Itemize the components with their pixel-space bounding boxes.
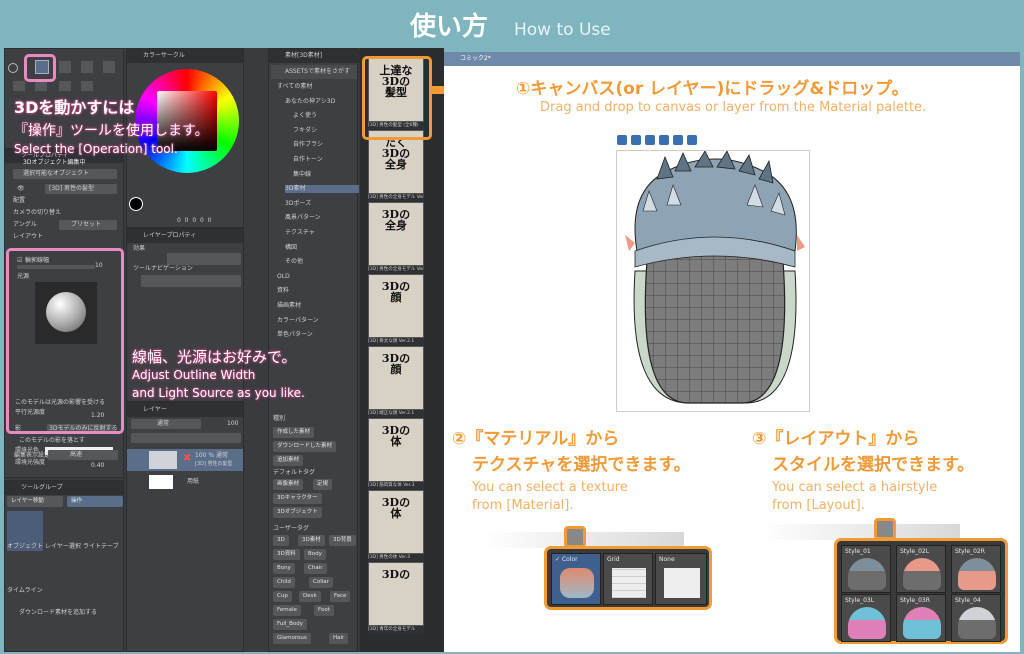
thumbnail-caption: [3D] 男性の全身モデル Ver. <box>368 194 424 202</box>
step2-title-2: テクスチャを選択できます。 <box>472 455 691 475</box>
style-preview <box>958 558 996 590</box>
style-grid: Style_01 Style_02L Style_02R Style_03L Style… <box>841 545 1005 642</box>
canvas-area: コミック2* ①キャンバス(or レイヤー)にドラッグ&ドロップ。 Drag a… <box>444 52 1020 652</box>
material-thumbnail[interactable]: 3Dの 顔 <box>368 274 424 338</box>
outline-en-2: and Light Source as you like. <box>132 386 305 400</box>
step3-title-1: ③『レイアウト』から <box>752 429 920 449</box>
canvas-3d-view[interactable] <box>616 135 810 412</box>
step2-title-1: ②『マテリアル』から <box>452 429 620 449</box>
thumbnail-title: 3Dの 顔 <box>381 280 411 304</box>
color-material-preview <box>560 568 594 598</box>
style-label: Style_02R <box>955 548 985 555</box>
step0-en: Select the [Operation] tool. <box>14 142 178 156</box>
style-preview <box>903 558 941 590</box>
thumbnail-caption: [3D] 骨太な顔 Ver.2.1 <box>368 338 424 346</box>
outline-jp: 線幅、光源はお好みで。 <box>132 348 297 366</box>
material-thumbnail[interactable]: 3Dの <box>368 562 424 626</box>
step1-title: ①キャンバス(or レイヤー)にドラッグ&ドロップ。 <box>516 79 909 99</box>
material-none[interactable]: None <box>655 553 707 605</box>
rotate-camera-icon[interactable] <box>645 135 655 145</box>
style-label: Style_03R <box>900 597 930 604</box>
step2-en-1: You can select a texture <box>472 480 628 495</box>
outline-en-1: Adjust Outline Width <box>132 368 256 382</box>
style-preview <box>958 607 996 639</box>
style-preview <box>848 607 886 639</box>
material-thumbnail[interactable]: 3Dの 体 <box>368 490 424 554</box>
material-color[interactable]: ✓ Color <box>551 553 601 605</box>
layout-toolbar-button[interactable] <box>874 518 896 540</box>
step3-en-1: You can select a hairstyle <box>772 480 938 495</box>
hair-3d-model <box>625 150 805 404</box>
step2-en-2: from [Material]. <box>472 498 574 513</box>
thumbnail-caption: [3D] 男性の全身モデル Ver. <box>368 266 424 274</box>
canvas-toolbar[interactable] <box>617 135 747 147</box>
style-item[interactable]: Style_02L <box>896 545 946 593</box>
banner-title: 使い方 <box>410 12 489 42</box>
material-grid[interactable]: Grid <box>603 553 653 605</box>
thumbnail-title: 3Dの <box>381 568 411 581</box>
pan-camera-icon[interactable] <box>631 135 641 145</box>
style-label: Style_04 <box>955 597 981 604</box>
style-item[interactable]: Style_01 <box>841 545 891 593</box>
step1-en: Drag and drop to canvas or layer from th… <box>540 100 927 115</box>
rotate-object-icon[interactable] <box>673 135 683 145</box>
material-toolbar-button[interactable] <box>564 526 586 548</box>
thumbnail-title: 3Dの 全身 <box>381 208 411 232</box>
step0-jp: 『操作』ツールを使用します。 <box>14 123 209 139</box>
style-preview <box>903 607 941 639</box>
thumbnail-caption: [3D] 端正な顔 Ver.2.1 <box>368 410 424 418</box>
style-item[interactable]: Style_03L <box>841 594 891 642</box>
style-item[interactable]: Style_03R <box>896 594 946 642</box>
none-material-preview <box>664 568 700 598</box>
thumbnail-caption: [3D] 筋肉質な体 Ver.3 <box>368 482 424 490</box>
material-thumbnail[interactable]: 3Dの 体 <box>368 418 424 482</box>
canvas-tab[interactable]: コミック2* <box>444 52 1020 66</box>
thumbnail-title: 3Dの 顔 <box>381 352 411 376</box>
thumbnail-title: 3Dの 体 <box>381 496 411 520</box>
thumbnail-title: たく 3Dの 全身 <box>381 136 411 171</box>
material-thumbnail[interactable]: 3Dの 全身 <box>368 202 424 266</box>
style-label: Style_02L <box>900 548 930 555</box>
step0-title: 3Dを動かすには <box>14 98 135 117</box>
step3-title-2: スタイルを選択できます。 <box>772 455 975 475</box>
layout-icon[interactable] <box>687 135 697 145</box>
material-select-panel: ✓ Color Grid None <box>544 546 712 610</box>
grid-material-preview <box>612 568 646 598</box>
style-item[interactable]: Style_04 <box>951 594 1001 642</box>
thumbnail-caption: [3D] 青年の全身モデル <box>368 626 424 634</box>
step3-en-2: from [Layout]. <box>772 498 865 513</box>
style-label: Style_01 <box>845 548 871 555</box>
style-item[interactable]: Style_02R <box>951 545 1001 593</box>
zoom-camera-icon[interactable] <box>659 135 669 145</box>
clip-studio-app: ツールプロパティ 3Dオブジェクト編集中 選択可能なオブジェクト 👁 [3D] … <box>4 48 444 652</box>
header-banner: 使い方 How to Use <box>0 0 1024 48</box>
thumbnail-caption: [3D] 男性の体 Ver.3 <box>368 554 424 562</box>
material-thumbnail[interactable]: 3Dの 顔 <box>368 346 424 410</box>
hair-material-highlight <box>362 56 432 140</box>
move-camera-icon[interactable] <box>617 135 627 145</box>
style-preview <box>848 558 886 590</box>
style-select-panel: Style_01 Style_02L Style_02R Style_03L Style… <box>834 538 1008 644</box>
thumbnail-title: 3Dの 体 <box>381 424 411 448</box>
style-label: Style_03L <box>845 597 875 604</box>
banner-subtitle: How to Use <box>514 20 611 40</box>
